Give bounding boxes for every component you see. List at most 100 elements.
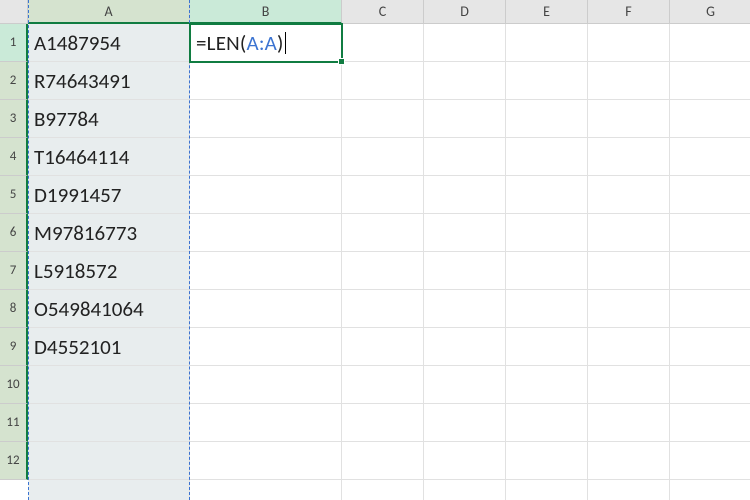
row-header-3[interactable]: 3 [0, 100, 28, 138]
formula-editor[interactable]: =LEN(A:A) [196, 30, 286, 56]
cell-C4[interactable] [342, 138, 424, 176]
cell-F10[interactable] [588, 366, 670, 404]
cell-B12[interactable] [190, 442, 342, 480]
col-header-G[interactable]: G [670, 0, 750, 24]
cell-A1[interactable]: A1487954 [28, 24, 190, 62]
cell-C10[interactable] [342, 366, 424, 404]
row-header-4[interactable]: 4 [0, 138, 28, 176]
cell-B6[interactable] [190, 214, 342, 252]
cell-C6[interactable] [342, 214, 424, 252]
cell-A7[interactable]: L5918572 [28, 252, 190, 290]
cell-D7[interactable] [424, 252, 506, 290]
cell-D9[interactable] [424, 328, 506, 366]
cell-D1[interactable] [424, 24, 506, 62]
cell-A8[interactable]: O549841064 [28, 290, 190, 328]
cell-G4[interactable] [670, 138, 750, 176]
cell-A9[interactable]: D4552101 [28, 328, 190, 366]
row-header-12[interactable]: 12 [0, 442, 28, 480]
cell-D13[interactable] [424, 480, 506, 500]
cell-B1[interactable]: =LEN(A:A) [190, 24, 342, 62]
cell-G1[interactable] [670, 24, 750, 62]
col-header-E[interactable]: E [506, 0, 588, 24]
cell-B10[interactable] [190, 366, 342, 404]
cell-E3[interactable] [506, 100, 588, 138]
row-header-7[interactable]: 7 [0, 252, 28, 290]
row-header-5[interactable]: 5 [0, 176, 28, 214]
cell-E12[interactable] [506, 442, 588, 480]
cell-G7[interactable] [670, 252, 750, 290]
cell-F3[interactable] [588, 100, 670, 138]
cell-F7[interactable] [588, 252, 670, 290]
cell-F8[interactable] [588, 290, 670, 328]
cell-B8[interactable] [190, 290, 342, 328]
cell-E8[interactable] [506, 290, 588, 328]
cell-B3[interactable] [190, 100, 342, 138]
cell-B4[interactable] [190, 138, 342, 176]
cell-G13[interactable] [670, 480, 750, 500]
cell-B5[interactable] [190, 176, 342, 214]
cell-B9[interactable] [190, 328, 342, 366]
cell-B13[interactable] [190, 480, 342, 500]
cell-C7[interactable] [342, 252, 424, 290]
cell-G9[interactable] [670, 328, 750, 366]
row-header-6[interactable]: 6 [0, 214, 28, 252]
cell-D4[interactable] [424, 138, 506, 176]
cell-A3[interactable]: B97784 [28, 100, 190, 138]
fill-handle[interactable] [338, 58, 345, 65]
cell-D2[interactable] [424, 62, 506, 100]
cell-D5[interactable] [424, 176, 506, 214]
cell-A4[interactable]: T16464114 [28, 138, 190, 176]
select-all-corner[interactable] [0, 0, 28, 24]
cell-E1[interactable] [506, 24, 588, 62]
cell-E5[interactable] [506, 176, 588, 214]
cell-A5[interactable]: D1991457 [28, 176, 190, 214]
cell-D3[interactable] [424, 100, 506, 138]
cell-F1[interactable] [588, 24, 670, 62]
cell-C9[interactable] [342, 328, 424, 366]
cell-E9[interactable] [506, 328, 588, 366]
cell-G8[interactable] [670, 290, 750, 328]
cell-F4[interactable] [588, 138, 670, 176]
cell-D12[interactable] [424, 442, 506, 480]
cell-A11[interactable] [28, 404, 190, 442]
cell-G12[interactable] [670, 442, 750, 480]
cell-D8[interactable] [424, 290, 506, 328]
cell-B2[interactable] [190, 62, 342, 100]
cell-E4[interactable] [506, 138, 588, 176]
cell-F9[interactable] [588, 328, 670, 366]
row-header-10[interactable]: 10 [0, 366, 28, 404]
col-header-A[interactable]: A [28, 0, 190, 24]
cell-C1[interactable] [342, 24, 424, 62]
row-header-9[interactable]: 9 [0, 328, 28, 366]
cell-E6[interactable] [506, 214, 588, 252]
cell-C11[interactable] [342, 404, 424, 442]
cell-E10[interactable] [506, 366, 588, 404]
cell-F6[interactable] [588, 214, 670, 252]
cell-A2[interactable]: R74643491 [28, 62, 190, 100]
cell-F2[interactable] [588, 62, 670, 100]
cell-C8[interactable] [342, 290, 424, 328]
cell-E2[interactable] [506, 62, 588, 100]
cell-C5[interactable] [342, 176, 424, 214]
col-header-B[interactable]: B [190, 0, 342, 24]
cell-D6[interactable] [424, 214, 506, 252]
cell-G6[interactable] [670, 214, 750, 252]
cell-E11[interactable] [506, 404, 588, 442]
cell-G10[interactable] [670, 366, 750, 404]
cell-C13[interactable] [342, 480, 424, 500]
cell-D10[interactable] [424, 366, 506, 404]
cell-C3[interactable] [342, 100, 424, 138]
cell-C2[interactable] [342, 62, 424, 100]
cell-G5[interactable] [670, 176, 750, 214]
cell-F11[interactable] [588, 404, 670, 442]
col-header-C[interactable]: C [342, 0, 424, 24]
cell-B7[interactable] [190, 252, 342, 290]
cell-E13[interactable] [506, 480, 588, 500]
cell-C12[interactable] [342, 442, 424, 480]
row-header-1[interactable]: 1 [0, 24, 28, 62]
row-header-11[interactable]: 11 [0, 404, 28, 442]
cell-F12[interactable] [588, 442, 670, 480]
cell-A13[interactable] [28, 480, 190, 500]
col-header-F[interactable]: F [588, 0, 670, 24]
col-header-D[interactable]: D [424, 0, 506, 24]
